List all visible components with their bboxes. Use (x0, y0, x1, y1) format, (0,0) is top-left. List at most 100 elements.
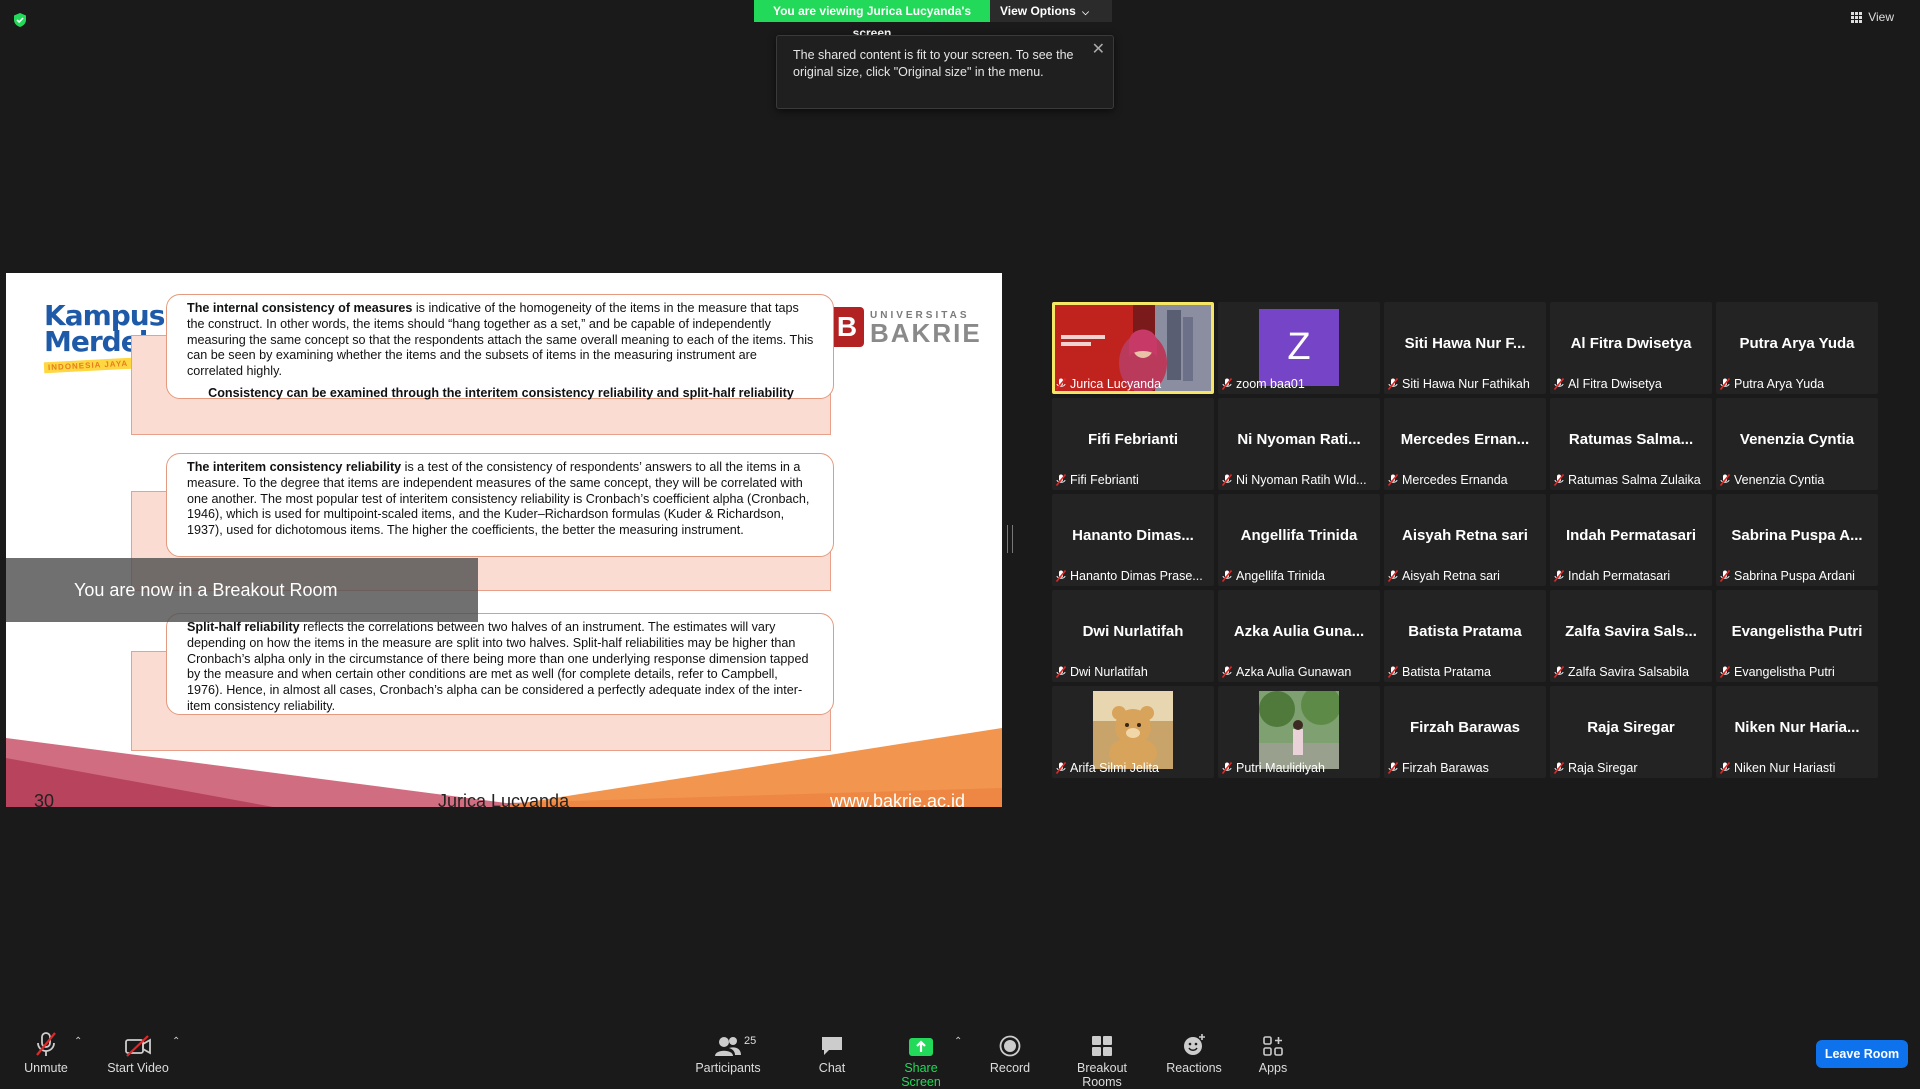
participant-tile[interactable]: Angellifa Trinida Angellifa Trinida (1218, 494, 1380, 586)
participant-tile[interactable]: Aisyah Retna sari Aisyah Retna sari (1384, 494, 1546, 586)
mic-muted-icon (1388, 378, 1398, 390)
profile-photo (1093, 691, 1173, 769)
participant-name-label: Firzah Barawas (1388, 761, 1544, 775)
mic-muted-icon (1056, 570, 1066, 582)
participant-name-label: Raja Siregar (1554, 761, 1710, 775)
participant-name: zoom baa01 (1236, 377, 1305, 391)
participant-display-name: Ratumas Salma... (1568, 431, 1694, 448)
participant-name-label: Putri Maulidiyah (1222, 761, 1378, 775)
bakrie-mark: B (830, 307, 864, 347)
encryption-shield-icon[interactable] (12, 12, 28, 28)
chat-button[interactable]: Chat (808, 1031, 856, 1075)
participant-tile[interactable]: Ni Nyoman Rati... Ni Nyoman Ratih WId... (1218, 398, 1380, 490)
participant-name-label: Ratumas Salma Zulaika (1554, 473, 1710, 487)
close-icon[interactable]: ✕ (1092, 41, 1105, 58)
unmute-button[interactable]: Unmute (18, 1031, 74, 1075)
participant-gallery: Jurica Lucyanda Zzoom baa01 Siti Hawa Nur … (1052, 302, 1878, 778)
apps-button[interactable]: Apps (1254, 1031, 1292, 1075)
participant-tile[interactable]: Dwi Nurlatifah Dwi Nurlatifah (1052, 590, 1214, 682)
participant-tile[interactable]: Jurica Lucyanda (1052, 302, 1214, 394)
chat-label: Chat (818, 1061, 846, 1075)
start-video-button[interactable]: Start Video (104, 1031, 172, 1075)
chevron-down-icon: ⌵ (1082, 7, 1089, 17)
participant-tile[interactable]: Mercedes Ernan... Mercedes Ernanda (1384, 398, 1546, 490)
participant-name: Ni Nyoman Ratih WId... (1236, 473, 1367, 487)
participant-tile[interactable]: Indah Permatasari Indah Permatasari (1550, 494, 1712, 586)
mic-muted-icon (1720, 762, 1730, 774)
participant-tile[interactable]: Fifi Febrianti Fifi Febrianti (1052, 398, 1214, 490)
slide-presenter: Jurica Lucyanda (438, 791, 570, 807)
participant-name: Firzah Barawas (1402, 761, 1489, 775)
view-button[interactable]: View (1851, 10, 1894, 24)
participant-display-name: Dwi Nurlatifah (1082, 623, 1184, 640)
participant-name-label: Al Fitra Dwisetya (1554, 377, 1710, 391)
mic-muted-icon (1388, 666, 1398, 678)
share-screen-button[interactable]: Share Screen (884, 1031, 958, 1089)
participant-tile[interactable]: Batista Pratama Batista Pratama (1384, 590, 1546, 682)
logo-line3: INDONESIA JAYA (43, 357, 133, 374)
breakout-rooms-button[interactable]: Breakout Rooms (1058, 1031, 1146, 1089)
participant-display-name: Zalfa Savira Sals... (1565, 623, 1697, 640)
participant-tile[interactable]: Venenzia Cyntia Venenzia Cyntia (1716, 398, 1878, 490)
participant-tile[interactable]: Raja Siregar Raja Siregar (1550, 686, 1712, 778)
participant-name-label: Mercedes Ernanda (1388, 473, 1544, 487)
participant-name: Ratumas Salma Zulaika (1568, 473, 1701, 487)
mic-muted-icon (36, 1032, 56, 1056)
participants-label: Participants (695, 1061, 761, 1075)
universitas-bakrie-logo: B UNIVERSITAS BAKRIE (830, 307, 982, 347)
participant-tile[interactable]: Arifa Silmi Jelita (1052, 686, 1214, 778)
participant-name-label: Sabrina Puspa Ardani (1720, 569, 1876, 583)
participant-tile[interactable]: Ratumas Salma... Ratumas Salma Zulaika (1550, 398, 1712, 490)
participant-name-label: Fifi Febrianti (1056, 473, 1212, 487)
participant-display-name: Al Fitra Dwisetya (1570, 335, 1692, 352)
reactions-label: Reactions (1166, 1061, 1222, 1075)
participant-tile[interactable]: Al Fitra Dwisetya Al Fitra Dwisetya (1550, 302, 1712, 394)
participant-name-label: Zalfa Savira Salsabila (1554, 665, 1710, 679)
participant-tile[interactable]: Putra Arya Yuda Putra Arya Yuda (1716, 302, 1878, 394)
mic-muted-icon (1720, 666, 1730, 678)
mic-muted-icon (1222, 666, 1232, 678)
mic-muted-icon (1720, 570, 1730, 582)
card3-heading: Split-half reliability (187, 620, 300, 634)
participant-display-name: Hananto Dimas... (1072, 527, 1194, 544)
leave-room-button[interactable]: Leave Room (1816, 1040, 1908, 1068)
participant-name: Venenzia Cyntia (1734, 473, 1825, 487)
participant-tile[interactable]: Siti Hawa Nur F... Siti Hawa Nur Fathikah (1384, 302, 1546, 394)
participant-tile[interactable]: Firzah Barawas Firzah Barawas (1384, 686, 1546, 778)
view-options-button[interactable]: View Options ⌵ (990, 0, 1112, 22)
participant-tile[interactable]: Azka Aulia Guna... Azka Aulia Gunawan (1218, 590, 1380, 682)
reactions-icon (1184, 1034, 1205, 1055)
breakout-rooms-icon (1092, 1036, 1112, 1056)
participant-tile[interactable]: Zalfa Savira Sals... Zalfa Savira Salsabi… (1550, 590, 1712, 682)
slide-page-number: 30 (34, 791, 55, 807)
participant-tile[interactable]: Niken Nur Haria... Niken Nur Hariasti (1716, 686, 1878, 778)
mic-muted-icon (1554, 378, 1564, 390)
video-options-caret[interactable]: ⌃ (172, 1036, 180, 1047)
audio-options-caret[interactable]: ⌃ (74, 1036, 82, 1047)
participant-name: Aisyah Retna sari (1402, 569, 1500, 583)
participant-tile[interactable]: Sabrina Puspa A... Sabrina Puspa Ardani (1716, 494, 1878, 586)
participant-display-name: Venenzia Cyntia (1739, 431, 1855, 448)
participant-tile[interactable]: Evangelistha Putri Evangelistha Putri (1716, 590, 1878, 682)
fit-to-screen-tooltip: The shared content is fit to your screen… (776, 35, 1114, 109)
participant-tile[interactable]: Hananto Dimas... Hananto Dimas Prase... (1052, 494, 1214, 586)
shared-screen-slide: Kampus Merdeka INDONESIA JAYA B UNIVERSI… (6, 273, 1002, 807)
card1-heading: The internal consistency of measures (187, 301, 413, 315)
text-card-split-half: Split-half reliability reflects the corr… (166, 613, 834, 715)
panel-splitter-handle[interactable] (1007, 525, 1013, 553)
record-button[interactable]: Record (988, 1031, 1032, 1075)
participant-name-label: Venenzia Cyntia (1720, 473, 1876, 487)
start-video-label: Start Video (107, 1061, 169, 1075)
text-card-internal-consistency: The internal consistency of measures is … (166, 294, 834, 400)
participant-display-name: Firzah Barawas (1409, 719, 1521, 736)
breakout-room-notice: You are now in a Breakout Room (6, 558, 478, 622)
participant-name: Mercedes Ernanda (1402, 473, 1508, 487)
mic-muted-icon (1056, 666, 1066, 678)
participant-display-name: Siti Hawa Nur F... (1404, 335, 1526, 352)
participant-display-name: Fifi Febrianti (1088, 431, 1178, 448)
participant-tile[interactable]: Zzoom baa01 (1218, 302, 1380, 394)
participant-name: Raja Siregar (1568, 761, 1638, 775)
share-options-caret[interactable]: ⌃ (954, 1036, 962, 1047)
reactions-button[interactable]: Reactions (1166, 1031, 1222, 1075)
participant-tile[interactable]: Putri Maulidiyah (1218, 686, 1380, 778)
